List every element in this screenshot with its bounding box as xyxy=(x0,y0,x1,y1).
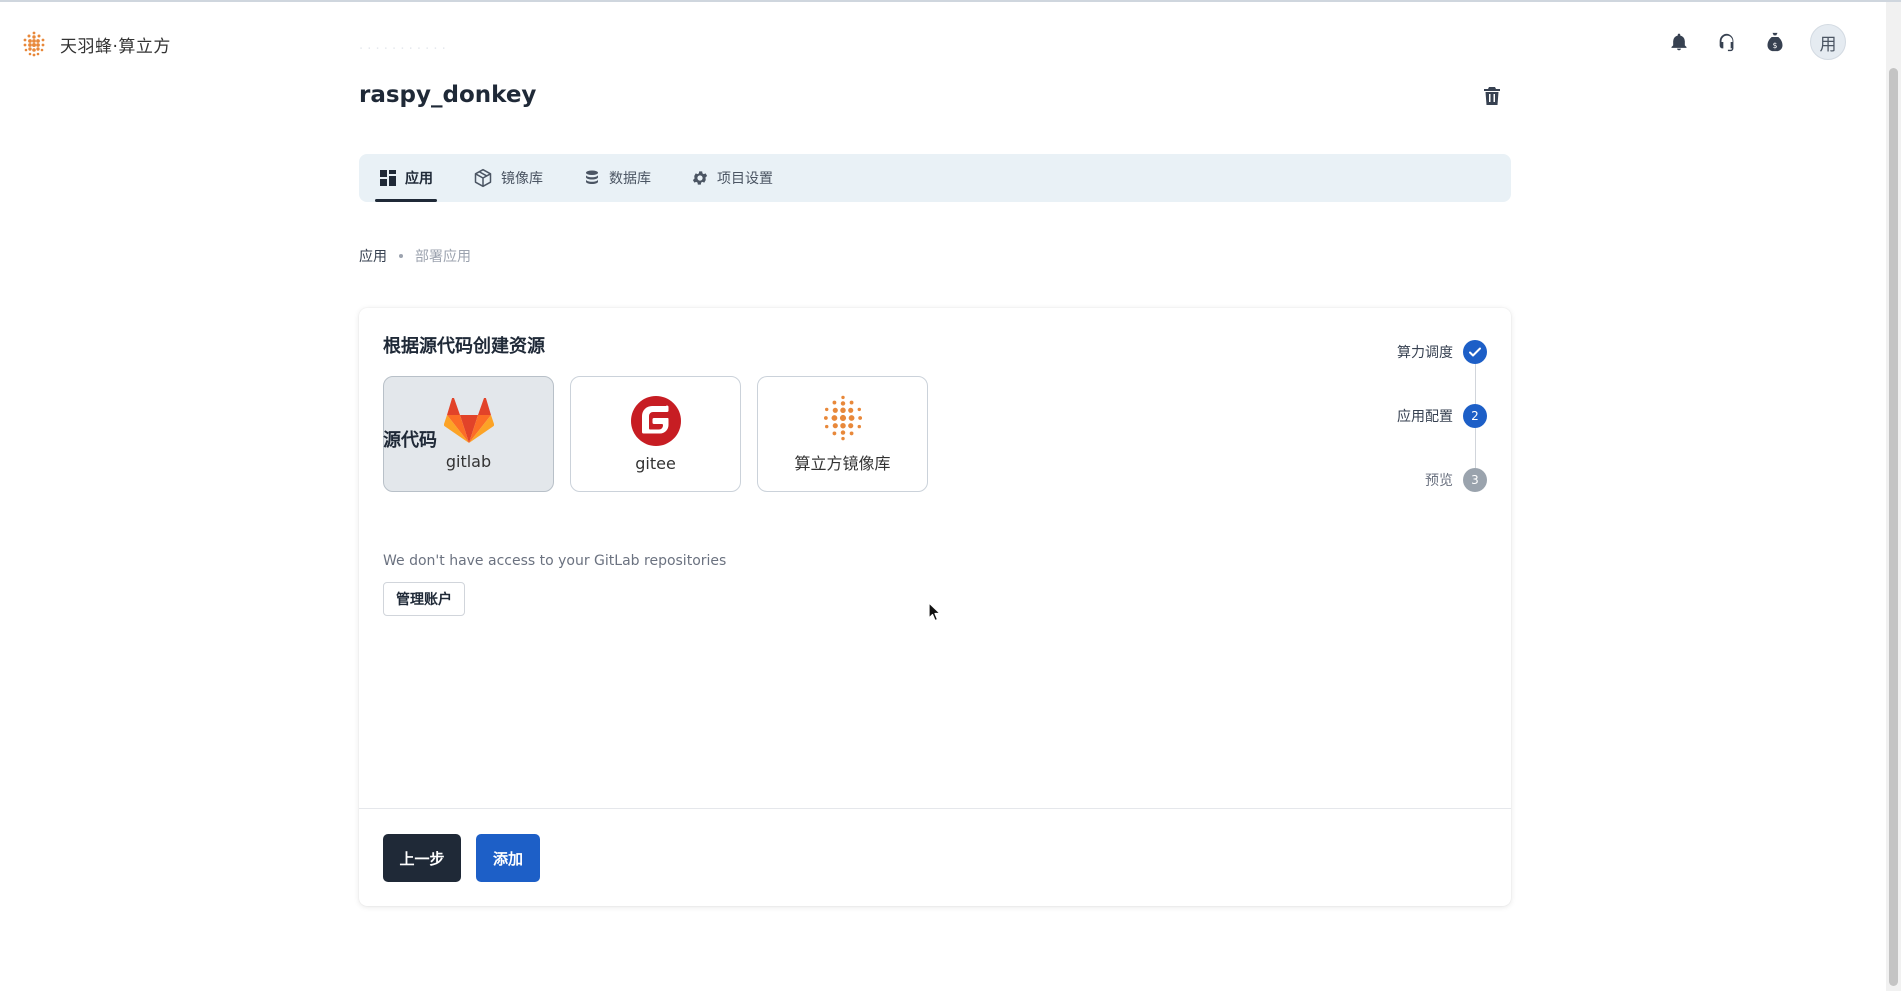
source-option-label: gitee xyxy=(635,453,676,473)
project-title: raspy_donkey xyxy=(359,82,537,108)
add-button[interactable]: 添加 xyxy=(476,834,540,882)
source-option-gitee[interactable]: gitee xyxy=(570,376,741,492)
source-option-label: gitlab xyxy=(445,451,492,471)
step-preview[interactable]: 预览 3 xyxy=(1425,468,1487,492)
manage-accounts-button[interactable]: 管理账户 xyxy=(383,582,465,616)
source-option-slf-registry[interactable]: 算立方镜像库 xyxy=(757,376,928,492)
step-app-config[interactable]: 应用配置 2 xyxy=(1397,404,1487,428)
scrollbar-thumb[interactable] xyxy=(1889,68,1898,986)
bell-icon[interactable] xyxy=(1666,29,1692,55)
headset-icon[interactable] xyxy=(1714,29,1740,55)
previous-step-button[interactable]: 上一步 xyxy=(383,834,461,882)
mouse-cursor-icon xyxy=(928,602,941,622)
tab-apps[interactable]: 应用 xyxy=(375,154,437,202)
tab-image-registry[interactable]: 镜像库 xyxy=(469,154,547,202)
gitlab-icon xyxy=(443,397,494,443)
breadcrumb-current: 部署应用 xyxy=(415,249,471,265)
header-actions: $ 用 xyxy=(1666,24,1846,60)
user-avatar[interactable]: 用 xyxy=(1810,24,1846,60)
brand[interactable]: 天羽蜂·算立方 xyxy=(20,30,171,58)
tab-database[interactable]: 数据库 xyxy=(579,154,655,202)
step-number: 3 xyxy=(1463,468,1487,492)
breadcrumb-parent[interactable]: 应用 xyxy=(359,246,387,266)
create-from-source-title: 根据源代码创建资源 xyxy=(383,336,545,357)
apps-grid-icon xyxy=(380,170,396,186)
check-icon xyxy=(1463,340,1487,364)
gear-icon xyxy=(692,171,708,185)
stepper-connector xyxy=(1475,364,1476,404)
project-tabs: 应用 镜像库 数据库 项目设置 xyxy=(359,154,1511,202)
source-provider-list: gitlab gitee 算立方镜像库 xyxy=(383,376,928,492)
step-number: 2 xyxy=(1463,404,1487,428)
faded-header-text: · · · · · · · · · · · xyxy=(359,42,446,57)
svg-text:$: $ xyxy=(1773,41,1778,50)
step-label: 预览 xyxy=(1425,473,1453,489)
tab-database-label: 数据库 xyxy=(609,171,651,187)
tab-image-registry-label: 镜像库 xyxy=(501,171,543,187)
cube-icon xyxy=(474,168,492,188)
step-label: 算力调度 xyxy=(1397,345,1453,361)
gitee-icon xyxy=(630,395,681,446)
breadcrumb: 应用 部署应用 xyxy=(359,246,471,266)
top-header: 天羽蜂·算立方 · · · · · · · · · · · $ 用 xyxy=(0,2,1886,82)
database-icon xyxy=(586,170,598,184)
card-footer-divider xyxy=(359,808,1511,809)
money-bag-icon[interactable]: $ xyxy=(1762,29,1788,55)
brand-name: 天羽蜂·算立方 xyxy=(60,36,171,57)
stepper-connector xyxy=(1475,428,1476,468)
source-code-title: 源代码 xyxy=(383,430,437,451)
source-option-label: 算立方镜像库 xyxy=(794,454,891,473)
tab-project-settings-label: 项目设置 xyxy=(717,171,773,187)
trash-icon[interactable] xyxy=(1480,84,1504,108)
breadcrumb-separator xyxy=(399,254,403,258)
brand-logo-icon xyxy=(23,31,45,57)
step-label: 应用配置 xyxy=(1397,409,1453,425)
gitlab-access-hint: We don't have access to your GitLab repo… xyxy=(383,553,727,569)
tab-project-settings[interactable]: 项目设置 xyxy=(687,154,777,202)
slf-registry-icon xyxy=(823,395,862,441)
step-compute-scheduling[interactable]: 算力调度 xyxy=(1397,340,1487,364)
tab-apps-label: 应用 xyxy=(405,171,433,187)
page-scrollbar[interactable] xyxy=(1886,2,1901,991)
